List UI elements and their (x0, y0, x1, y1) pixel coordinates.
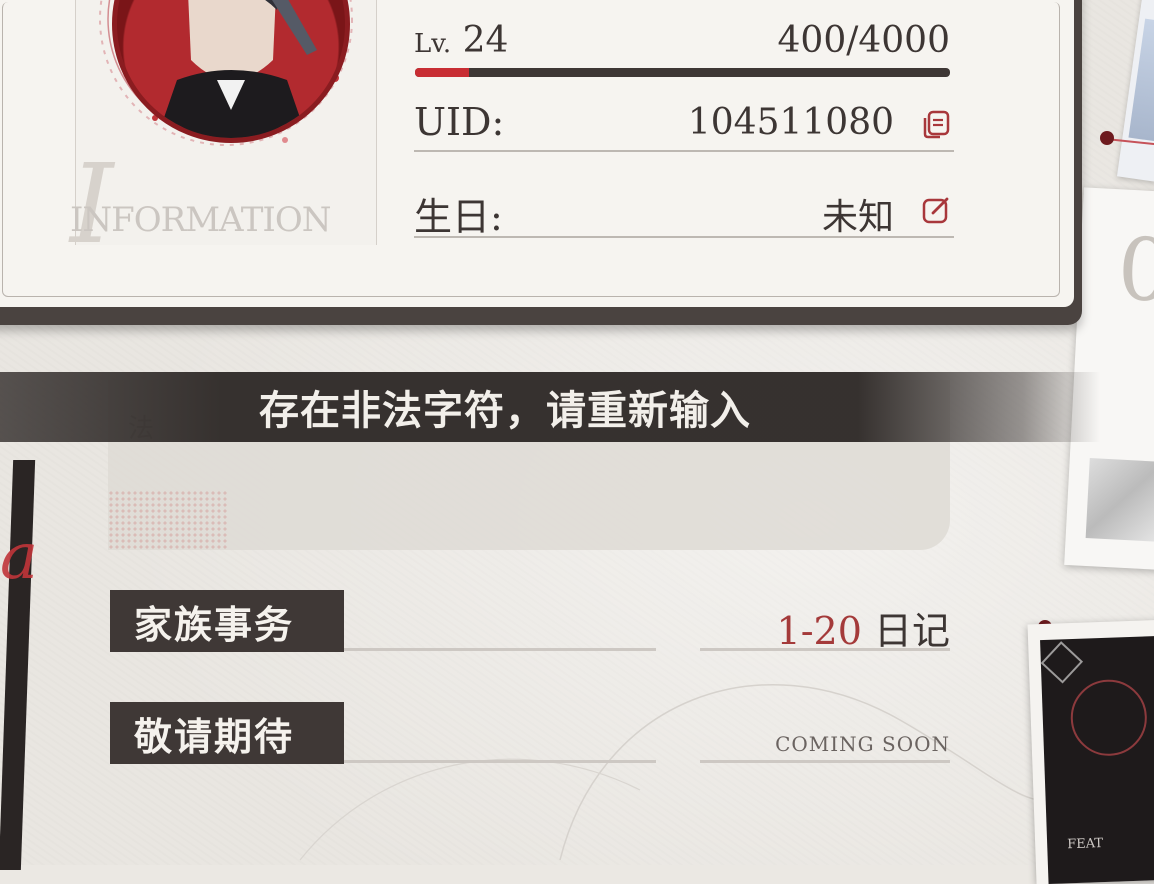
exp-progress-fill (415, 68, 469, 77)
birthday-row: 生日: 未知 (414, 182, 954, 239)
section-tag: 敬请期待 (110, 702, 344, 764)
section-family-affairs[interactable]: 家族事务 1-20 日记 (110, 590, 950, 654)
exp-text: 400/4000 (777, 20, 950, 61)
level-label: Lv. 24 (414, 20, 509, 61)
pin-icon (1100, 131, 1114, 145)
exp-progress-bar (415, 68, 950, 77)
section-coming-soon: 敬请期待 COMING SOON (110, 702, 950, 766)
coming-soon-label: COMING SOON (775, 732, 950, 756)
uid-label: UID: (414, 100, 505, 144)
uid-row: UID: 104511080 (414, 96, 954, 152)
error-toast: 存在非法字符，请重新输入 (0, 372, 1100, 442)
photo-card-numeral: 0 (1115, 219, 1154, 323)
red-script-decoration: a (0, 520, 39, 594)
copy-icon[interactable] (920, 108, 952, 140)
uid-value: 104511080 (687, 102, 894, 143)
photo-card-sketch (1085, 458, 1154, 542)
section-tag: 家族事务 (110, 590, 344, 652)
toast-message: 存在非法字符，请重新输入 (259, 388, 751, 434)
level-row: Lv. 24 400/4000 (414, 18, 950, 68)
birthday-label: 生日: (414, 195, 503, 239)
section-value: 1-20 日记 (776, 609, 950, 653)
edit-icon[interactable] (920, 194, 952, 226)
photo-card-caption: FEAT (1066, 836, 1104, 853)
photo-card-dark[interactable]: FEAT (1027, 619, 1154, 884)
input-dot-pattern (108, 490, 228, 550)
information-watermark: INFORMATION (70, 200, 331, 240)
birthday-value: 未知 (821, 197, 894, 238)
